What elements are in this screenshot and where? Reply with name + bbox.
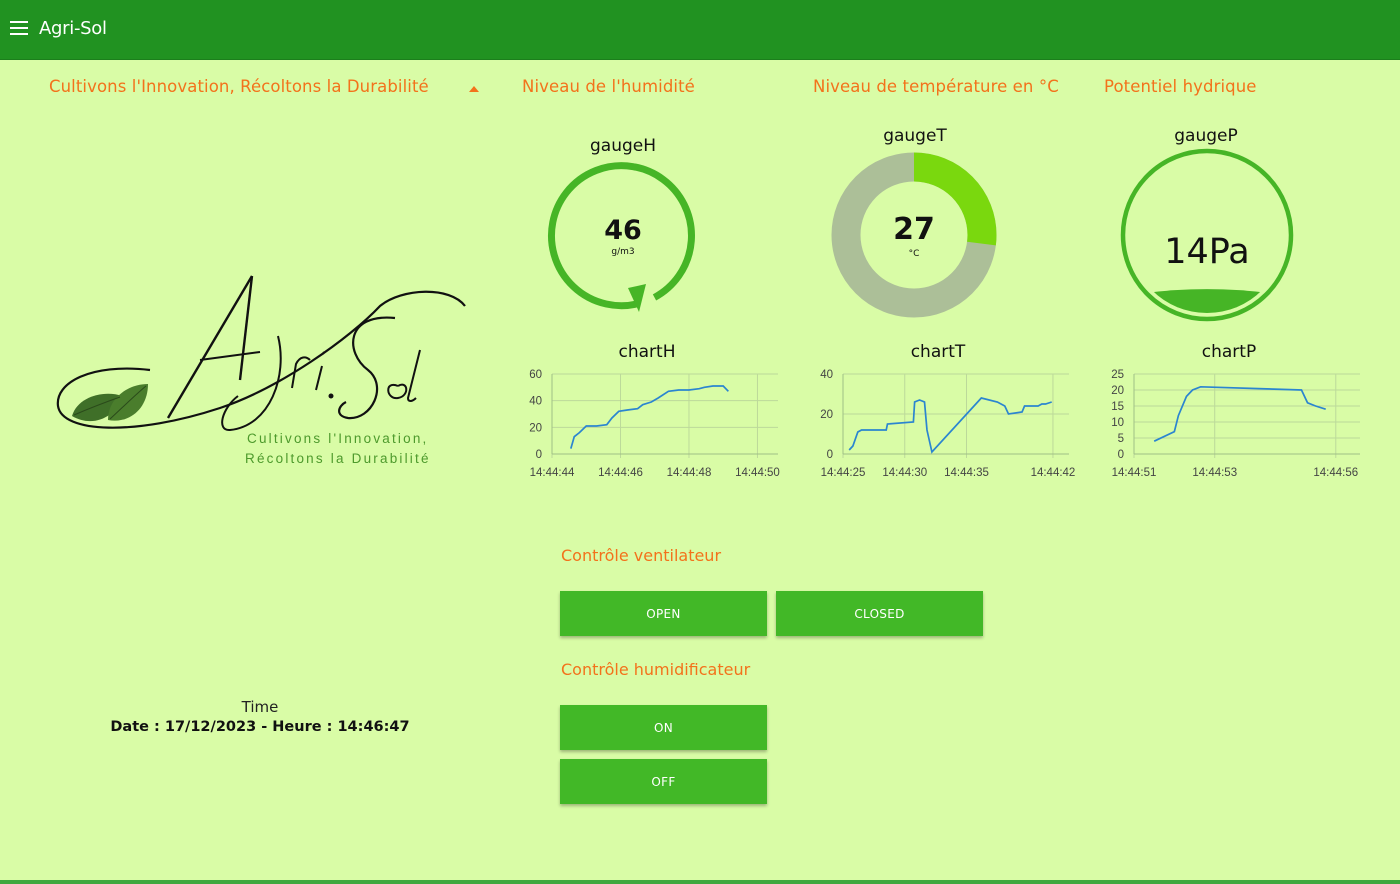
collapse-icon[interactable]	[469, 86, 479, 92]
chart-water-label: chartP	[1201, 342, 1257, 362]
x-tick-label: 14:44:51	[1112, 467, 1157, 479]
app-title: Agri-Sol	[39, 18, 107, 39]
series-line	[848, 397, 1052, 454]
series-line	[570, 385, 729, 449]
gauge-humidity-label: gaugeH	[589, 136, 657, 156]
chart-humidity-label: chartH	[618, 342, 676, 362]
y-tick-label: 0	[827, 449, 833, 461]
fan-open-button[interactable]: OPEN	[560, 591, 767, 636]
fan-control-title: Contrôle ventilateur	[561, 546, 722, 565]
bottom-border	[0, 880, 1400, 884]
x-tick-label: 14:44:56	[1313, 467, 1358, 479]
gauge-temperature-unit: °C	[908, 249, 920, 259]
x-tick-label: 14:44:30	[882, 467, 927, 479]
fan-closed-button[interactable]: CLOSED	[776, 591, 983, 636]
y-tick-label: 20	[529, 422, 542, 434]
y-tick-label: 40	[529, 396, 542, 408]
humidifier-control-title: Contrôle humidificateur	[561, 660, 751, 679]
x-tick-label: 14:44:35	[944, 467, 989, 479]
group-title-humidity: Niveau de l'humidité	[522, 77, 695, 96]
y-tick-label: 60	[529, 369, 542, 381]
chart-water: 0 5 10 15 20 25 14:44:51 14:44:53 14:44:56	[1111, 369, 1360, 479]
agri-sol-logo: Cultivons l'Innovation, Récoltons la Dur…	[56, 275, 466, 466]
y-tick-label: 40	[820, 369, 833, 381]
logo-tagline-2: Récoltons la Durabilité	[245, 451, 431, 466]
series-line	[1153, 385, 1326, 442]
group-title-water: Potentiel hydrique	[1104, 77, 1257, 96]
y-tick-label: 10	[1111, 417, 1124, 429]
chart-humidity: 0 20 40 60 14:44:44 14:44:46 14:44:48 14:44:50	[529, 369, 780, 479]
y-tick-label: 25	[1111, 369, 1124, 381]
x-tick-label: 14:44:46	[598, 467, 643, 479]
top-bar: Agri-Sol	[0, 0, 1400, 60]
chart-temperature: 0 20 40 14:44:25 14:44:30 14:44:35 14:44:42	[820, 369, 1076, 479]
y-tick-label: 0	[1118, 449, 1124, 461]
humidifier-on-button[interactable]: ON	[560, 705, 767, 750]
x-tick-label: 14:44:44	[530, 467, 575, 479]
group-title-brand: Cultivons l'Innovation, Récoltons la Dur…	[49, 77, 429, 96]
x-tick-label: 14:44:48	[667, 467, 712, 479]
x-tick-label: 14:44:53	[1192, 467, 1237, 479]
group-title-temperature: Niveau de température en °C	[813, 77, 1059, 96]
y-tick-label: 0	[536, 449, 542, 461]
menu-icon[interactable]	[10, 21, 29, 37]
gauge-temperature-value: 27	[893, 212, 935, 247]
x-tick-label: 14:44:50	[735, 467, 780, 479]
gauge-humidity-value: 46	[604, 215, 642, 246]
gauge-water-value: 14Pa	[1164, 232, 1250, 272]
y-tick-label: 20	[820, 409, 833, 421]
time-value: Date : 17/12/2023 - Heure : 14:46:47	[110, 719, 410, 735]
time-label: Time	[241, 698, 279, 716]
y-tick-label: 15	[1111, 401, 1124, 413]
x-tick-label: 14:44:42	[1031, 467, 1076, 479]
logo-tagline-1: Cultivons l'Innovation,	[247, 431, 429, 446]
y-tick-label: 20	[1111, 385, 1124, 397]
gauge-water-label: gaugeP	[1174, 126, 1238, 146]
chart-temperature-label: chartT	[910, 342, 966, 362]
y-tick-label: 5	[1118, 433, 1124, 445]
x-tick-label: 14:44:25	[821, 467, 866, 479]
gauge-humidity-unit: g/m3	[611, 247, 635, 257]
humidifier-off-button[interactable]: OFF	[560, 759, 767, 804]
gauge-temperature-label: gaugeT	[883, 126, 947, 146]
